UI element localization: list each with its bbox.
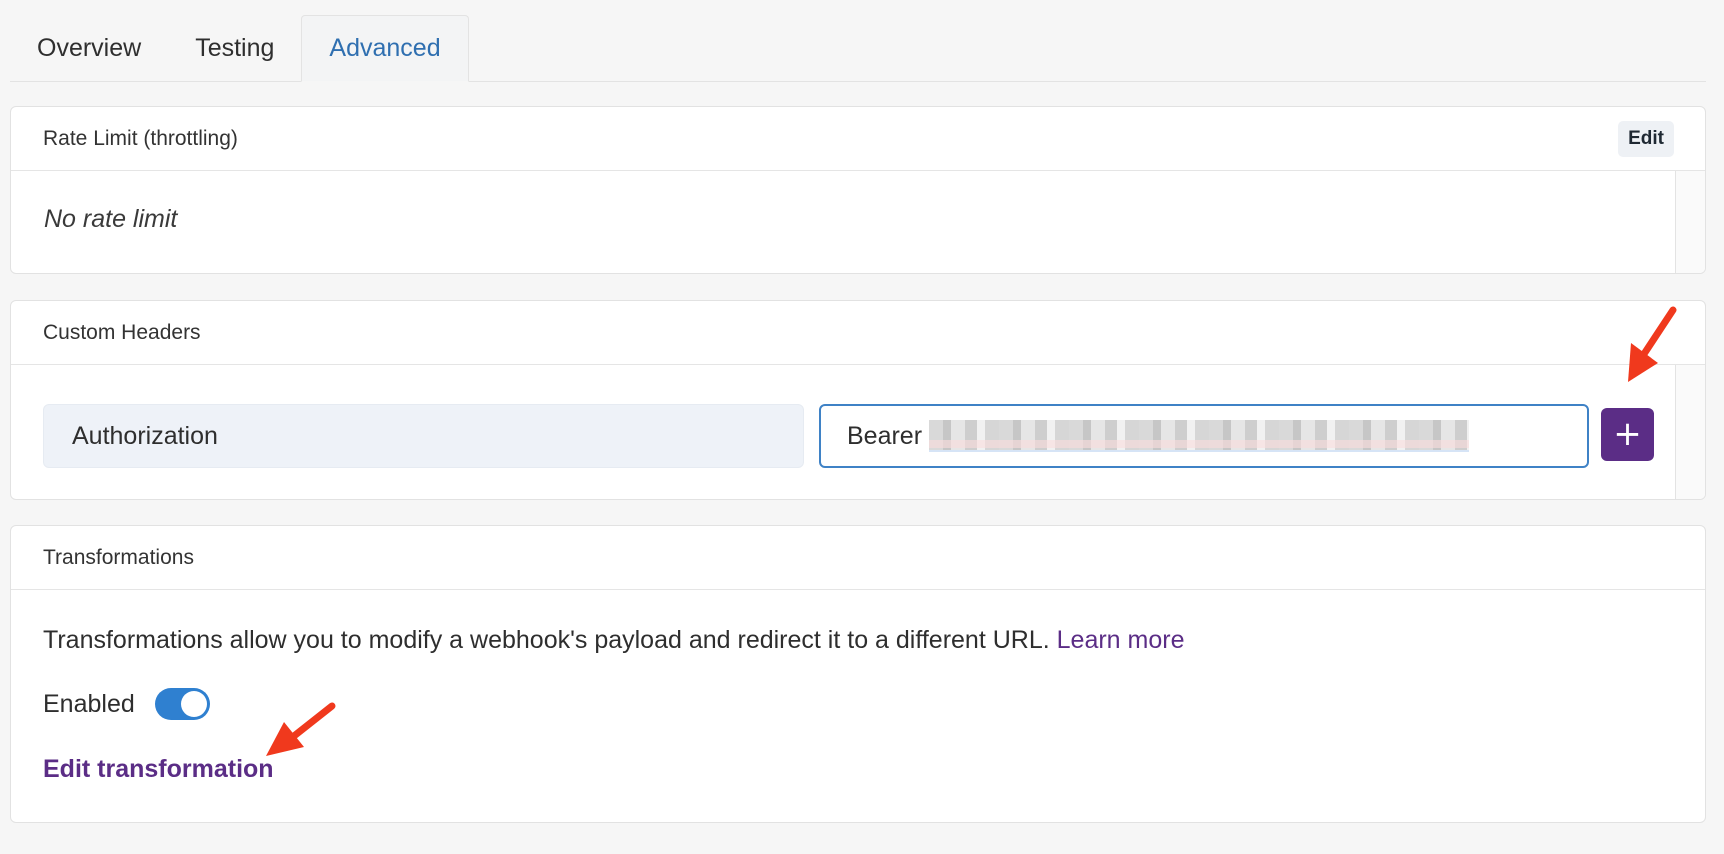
rate-limit-header: Rate Limit (throttling) Edit xyxy=(11,107,1705,171)
header-value-field[interactable]: Bearer xyxy=(819,404,1589,468)
tab-advanced[interactable]: Advanced xyxy=(301,15,469,82)
scrollbar[interactable] xyxy=(1675,171,1705,273)
custom-headers-header: Custom Headers xyxy=(11,301,1705,365)
transformations-title: Transformations xyxy=(43,545,194,569)
rate-limit-card: Rate Limit (throttling) Edit No rate lim… xyxy=(10,106,1706,274)
add-header-button[interactable]: + xyxy=(1601,408,1654,461)
transformations-header: Transformations xyxy=(11,526,1705,590)
tab-testing[interactable]: Testing xyxy=(168,15,301,81)
custom-headers-body: Authorization Bearer + xyxy=(11,365,1705,499)
custom-headers-card: Custom Headers Authorization Bearer + xyxy=(10,300,1706,500)
header-key-field[interactable]: Authorization xyxy=(43,404,804,468)
edit-transformation-link[interactable]: Edit transformation xyxy=(43,755,274,784)
redacted-token xyxy=(929,420,1470,452)
transformations-description: Transformations allow you to modify a we… xyxy=(43,626,1185,655)
transformations-body: Transformations allow you to modify a we… xyxy=(11,590,1705,822)
transformations-card: Transformations Transformations allow yo… xyxy=(10,525,1706,823)
enabled-row: Enabled xyxy=(43,688,210,720)
enabled-label: Enabled xyxy=(43,689,135,718)
description-text: Transformations allow you to modify a we… xyxy=(43,626,1050,654)
scrollbar[interactable] xyxy=(1675,365,1705,499)
rate-limit-body: No rate limit xyxy=(11,171,1705,273)
tab-overview[interactable]: Overview xyxy=(10,15,168,81)
tab-bar: Overview Testing Advanced xyxy=(10,15,1706,82)
rate-limit-title: Rate Limit (throttling) xyxy=(43,126,238,150)
edit-rate-limit-button[interactable]: Edit xyxy=(1618,120,1674,157)
header-value-prefix: Bearer xyxy=(847,421,923,450)
enabled-toggle[interactable] xyxy=(154,688,210,720)
custom-headers-title: Custom Headers xyxy=(43,320,201,344)
toggle-knob xyxy=(180,691,207,717)
header-key-value: Authorization xyxy=(72,421,218,450)
rate-limit-value: No rate limit xyxy=(44,205,178,233)
learn-more-link[interactable]: Learn more xyxy=(1057,626,1185,654)
